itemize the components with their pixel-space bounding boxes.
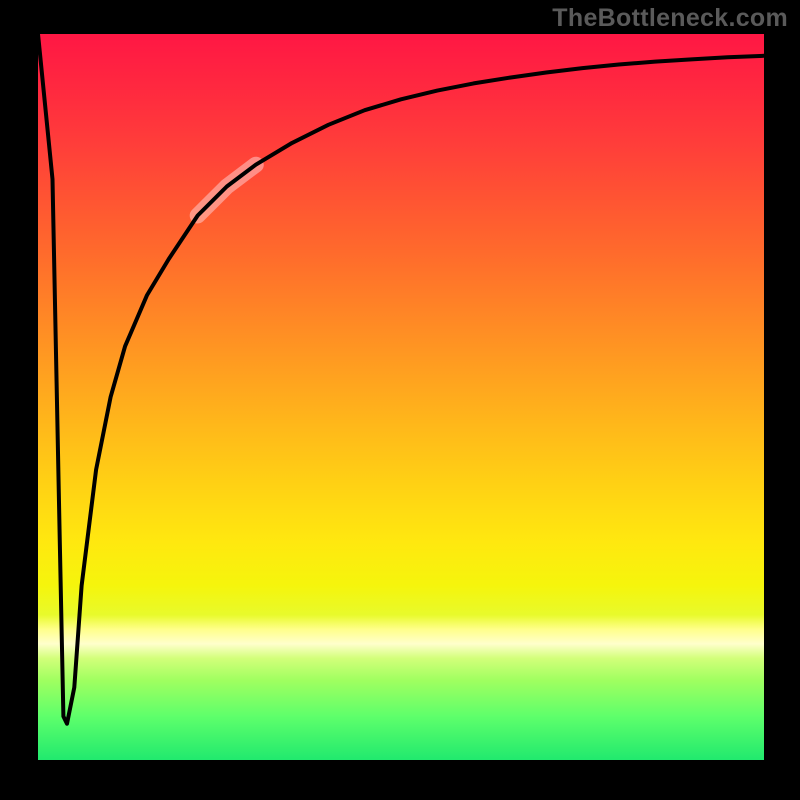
main-curve [38, 34, 764, 724]
plot-area [38, 34, 764, 760]
watermark-text: TheBottleneck.com [552, 4, 788, 33]
chart-frame: TheBottleneck.com [0, 0, 800, 800]
chart-svg [38, 34, 764, 760]
